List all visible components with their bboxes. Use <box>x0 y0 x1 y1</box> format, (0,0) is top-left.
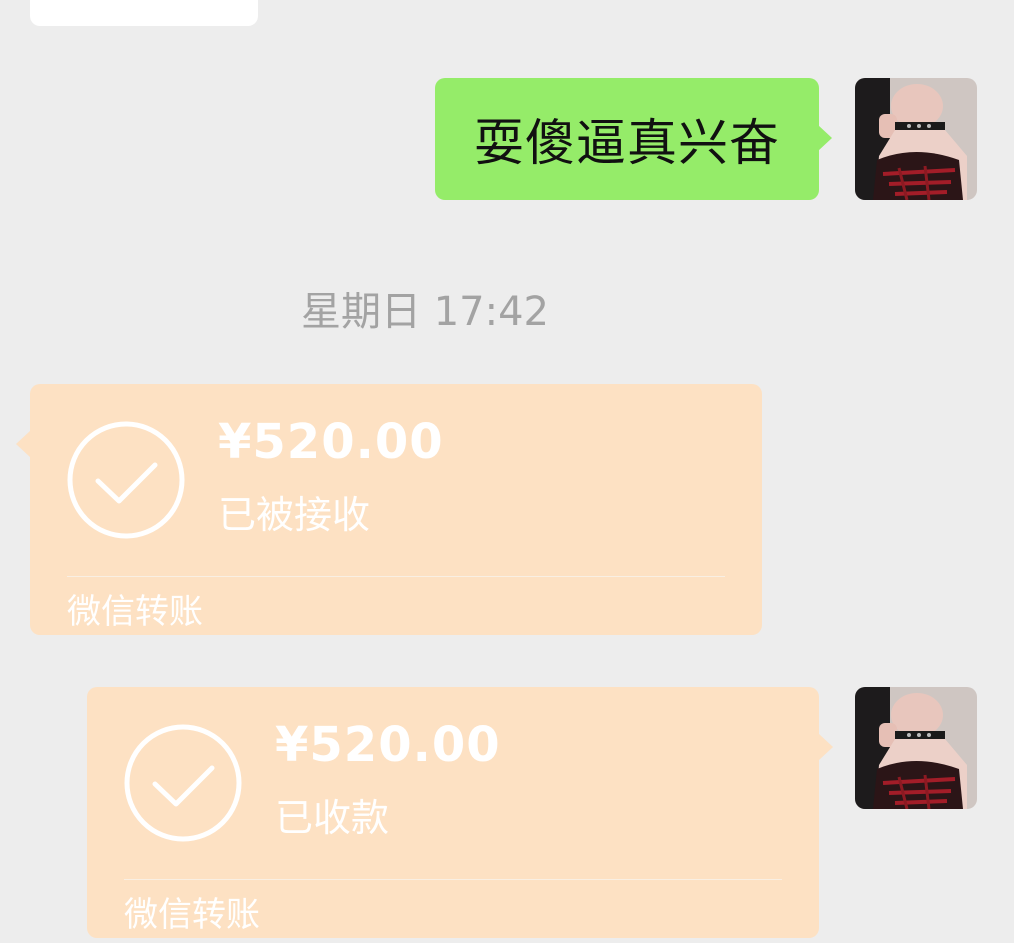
avatar-photo <box>855 78 977 200</box>
chat-timestamp: 星期日 17:42 <box>301 289 549 335</box>
divider <box>124 879 782 880</box>
transfer-status: 已被接收 <box>218 493 371 537</box>
transfer-card-received[interactable]: ¥520.00 已被接收 微信转账 <box>16 384 762 635</box>
avatar-photo <box>855 687 977 809</box>
my-avatar[interactable] <box>855 687 977 809</box>
transfer-footer-label: 微信转账 <box>67 592 203 632</box>
check-circle-icon <box>124 724 242 842</box>
divider <box>67 576 725 577</box>
sent-text-message[interactable]: 耍傻逼真兴奋 <box>435 78 832 200</box>
transfer-amount: ¥520.00 <box>218 414 444 470</box>
message-text: 耍傻逼真兴奋 <box>474 114 780 172</box>
transfer-card-collected[interactable]: ¥520.00 已收款 微信转账 <box>87 687 833 938</box>
transfer-footer-label: 微信转账 <box>124 895 260 935</box>
previous-message-bubble[interactable] <box>30 0 258 26</box>
check-circle-icon <box>67 421 185 539</box>
transfer-amount: ¥520.00 <box>275 717 501 773</box>
my-avatar[interactable] <box>855 78 977 200</box>
transfer-status: 已收款 <box>275 796 390 840</box>
